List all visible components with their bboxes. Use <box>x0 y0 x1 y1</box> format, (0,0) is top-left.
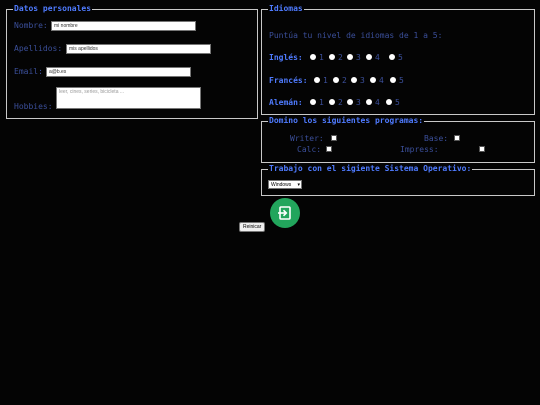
email-label: Email: <box>14 67 43 76</box>
frances-radio-3[interactable] <box>351 77 357 83</box>
aleman-radio-4[interactable] <box>366 99 372 105</box>
frances-radio-1[interactable] <box>314 77 320 83</box>
nombre-input[interactable]: mi nombre <box>51 21 196 31</box>
submit-button[interactable] <box>270 198 300 228</box>
aleman-radio-2[interactable] <box>329 99 335 105</box>
ingles-label: Inglés: <box>269 53 303 62</box>
ingles-level-3: 3 <box>356 53 361 62</box>
ingles-level-5: 5 <box>398 53 403 62</box>
apellidos-label: Apellidos: <box>14 44 63 53</box>
ingles-level-2: 2 <box>338 53 343 62</box>
calc-checkbox[interactable] <box>326 146 332 152</box>
frances-level-3: 3 <box>360 76 365 85</box>
calc-label: Calc: <box>297 145 322 154</box>
reset-button[interactable]: Reinicar <box>239 222 266 232</box>
programas-legend: Domino los siguientes programas: <box>269 116 424 125</box>
frances-label: Francés: <box>269 76 308 85</box>
so-fieldset: Trabajo con el sigiente Sistema Operativ… <box>261 164 535 196</box>
ingles-radio-2[interactable] <box>329 54 335 60</box>
aleman-radio-5[interactable] <box>386 99 392 105</box>
hobbies-textarea[interactable]: leer, cines, series, bicicleta ... <box>56 87 201 109</box>
aleman-level-2: 2 <box>338 98 343 107</box>
aleman-radio-1[interactable] <box>310 99 316 105</box>
ingles-radio-3[interactable] <box>347 54 353 60</box>
impress-checkbox[interactable] <box>479 146 485 152</box>
chevron-down-icon: ▾ <box>297 182 300 188</box>
idiomas-legend: Idiomas <box>269 4 303 13</box>
aleman-level-1: 1 <box>319 98 324 107</box>
apellidos-input[interactable]: mis apellidos <box>66 44 211 54</box>
so-select-value: Windows <box>271 182 292 188</box>
frances-level-1: 1 <box>323 76 328 85</box>
so-legend: Trabajo con el sigiente Sistema Operativ… <box>269 164 472 173</box>
base-label: Base: <box>424 134 449 143</box>
frances-level-2: 2 <box>342 76 347 85</box>
exit-arrow-icon <box>278 206 291 220</box>
idiomas-intro: Puntúa tu nivel de idiomas de 1 a 5: <box>269 31 443 40</box>
so-select[interactable]: Windows ▾ <box>268 180 302 189</box>
nombre-label: Nombre: <box>14 21 48 30</box>
frances-radio-5[interactable] <box>390 77 396 83</box>
frances-radio-4[interactable] <box>370 77 376 83</box>
base-checkbox[interactable] <box>454 135 460 141</box>
frances-level-4: 4 <box>379 76 384 85</box>
aleman-level-5: 5 <box>395 98 400 107</box>
ingles-radio-4[interactable] <box>366 54 372 60</box>
frances-radio-2[interactable] <box>333 77 339 83</box>
hobbies-label: Hobbies: <box>14 102 53 111</box>
ingles-level-4: 4 <box>375 53 380 62</box>
impress-label: Impress: <box>400 145 439 154</box>
ingles-level-1: 1 <box>319 53 324 62</box>
aleman-level-3: 3 <box>356 98 361 107</box>
aleman-radio-3[interactable] <box>347 99 353 105</box>
writer-label: Writer: <box>290 134 324 143</box>
ingles-radio-5[interactable] <box>389 54 395 60</box>
aleman-level-4: 4 <box>375 98 380 107</box>
email-input[interactable]: a@b.es <box>46 67 191 77</box>
aleman-label: Alemán: <box>269 98 303 107</box>
frances-level-5: 5 <box>399 76 404 85</box>
personal-data-legend: Datos personales <box>14 4 92 13</box>
writer-checkbox[interactable] <box>331 135 337 141</box>
ingles-radio-1[interactable] <box>310 54 316 60</box>
